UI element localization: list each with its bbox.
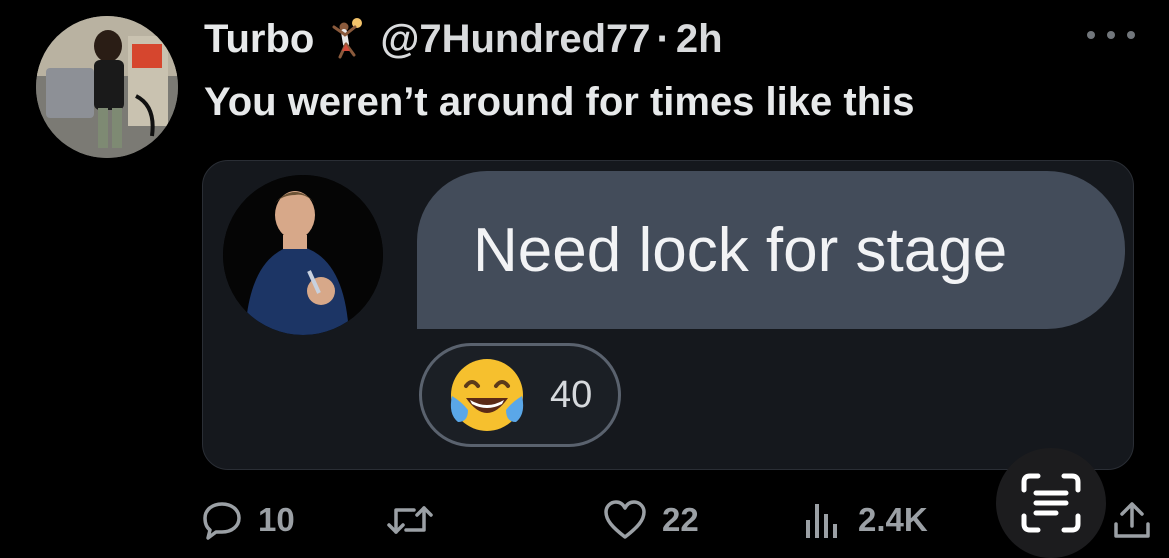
tweet-header: Turbo @7Hundred77 · 2h [204, 14, 723, 64]
views-chart-icon [806, 504, 837, 538]
tweet-text: You weren’t around for times like this [204, 80, 915, 124]
message-bubble: Need lock for stage [417, 171, 1125, 329]
laughing-crying-icon [444, 352, 530, 438]
reaction-pill: 40 [419, 343, 621, 447]
tweet-media-image[interactable]: Need lock for stage 40 [202, 160, 1134, 470]
views-button[interactable]: 2.4K [800, 492, 928, 548]
share-icon [1114, 502, 1150, 538]
heart-icon [604, 500, 646, 539]
share-button[interactable] [1110, 492, 1168, 548]
timestamp[interactable]: 2h [676, 17, 723, 62]
retweet-button[interactable] [384, 492, 450, 548]
reply-icon [203, 502, 241, 540]
views-count: 2.4K [858, 501, 928, 538]
reply-button[interactable]: 10 [200, 492, 295, 548]
message-text: Need lock for stage [473, 215, 1008, 285]
author-avatar[interactable] [36, 16, 178, 158]
display-name[interactable]: Turbo [204, 17, 314, 62]
like-button[interactable]: 22 [602, 492, 699, 548]
reply-count: 10 [258, 501, 295, 538]
like-count: 22 [662, 501, 699, 538]
reaction-count: 40 [550, 373, 593, 416]
separator-dot: · [656, 16, 670, 61]
retweet-icon [387, 506, 433, 534]
more-options-icon[interactable] [1087, 26, 1135, 44]
message-sender-avatar [223, 175, 383, 335]
handball-player-icon [324, 17, 368, 61]
text-scan-icon [1021, 473, 1081, 533]
avatar-image [36, 16, 178, 158]
live-text-scan-button[interactable] [996, 448, 1106, 558]
author-handle[interactable]: @7Hundred77 [380, 17, 650, 62]
